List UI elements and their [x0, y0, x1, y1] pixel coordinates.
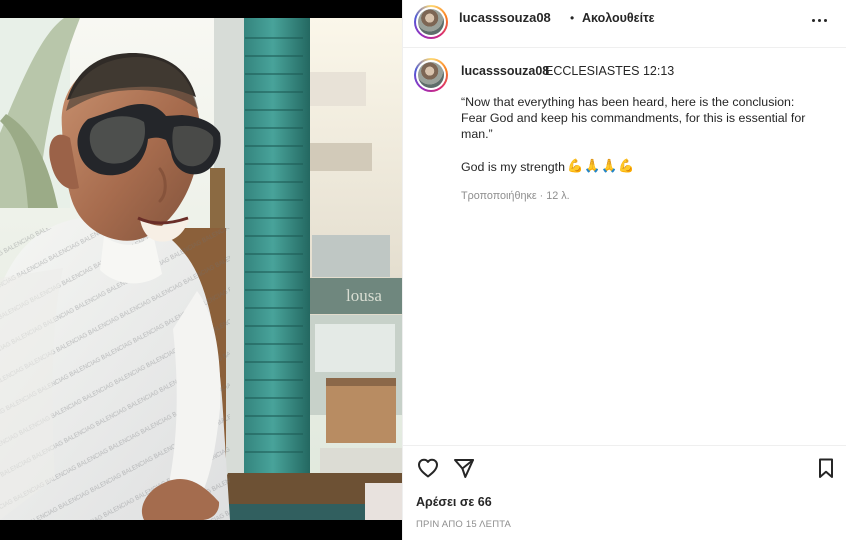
photo-top-margin: [0, 0, 402, 18]
likes-count[interactable]: Αρέσει σε 66: [416, 495, 492, 509]
post-timestamp[interactable]: ΠΡΙΝ ΑΠΟ 15 ΛΕΠΤΑ: [416, 519, 511, 530]
caption-quote: “Now that everything has been heard, her…: [461, 95, 806, 141]
actions-divider: [403, 445, 846, 446]
bookmark-icon[interactable]: [814, 456, 838, 480]
more-dot-3: [824, 19, 827, 22]
folded-hands-emoji: 🙏: [584, 158, 601, 173]
heart-icon[interactable]: [416, 456, 440, 480]
caption-avatar-frame: [416, 60, 446, 90]
caption-username[interactable]: lucasssouza08: [461, 64, 549, 78]
following-button[interactable]: Ακολουθείτε: [582, 11, 655, 25]
instagram-post-modal: BALENCIAGA lousa: [0, 0, 846, 540]
post-header: lucasssouza08 • Ακολουθείτε: [403, 0, 846, 48]
caption-emojis: 💪 🙏 🙏 💪: [567, 158, 643, 176]
avatar-icon[interactable]: [414, 5, 448, 39]
caption-avatar-icon[interactable]: [414, 58, 448, 92]
flexed-biceps-emoji: 💪: [618, 158, 635, 173]
caption-strength-text: God is my strength: [461, 160, 565, 174]
photo-bottom-margin: [0, 520, 402, 540]
caption-edited-time[interactable]: Τροποποιήθηκε · 12 λ.: [461, 190, 570, 202]
more-dot-2: [818, 19, 821, 22]
caption-avatar-photo: [418, 62, 444, 88]
caption-title: ECCLESIASTES 12:13: [545, 64, 675, 78]
more-dot-1: [812, 19, 815, 22]
svg-text:lousa: lousa: [346, 286, 382, 305]
more-options-icon[interactable]: [812, 18, 836, 26]
selfie-photo: BALENCIAGA lousa: [0, 18, 402, 520]
avatar-photo: [418, 9, 444, 35]
post-details-panel: lucasssouza08 • Ακολουθείτε lucasssouza0…: [402, 0, 846, 540]
folded-hands-emoji: 🙏: [601, 158, 618, 173]
send-icon[interactable]: [452, 456, 476, 480]
flexed-biceps-emoji: 💪: [567, 158, 584, 173]
header-separator: •: [570, 11, 575, 25]
avatar-frame: [416, 7, 446, 37]
post-photo[interactable]: BALENCIAGA lousa: [0, 18, 402, 520]
post-author-username[interactable]: lucasssouza08: [459, 10, 551, 25]
